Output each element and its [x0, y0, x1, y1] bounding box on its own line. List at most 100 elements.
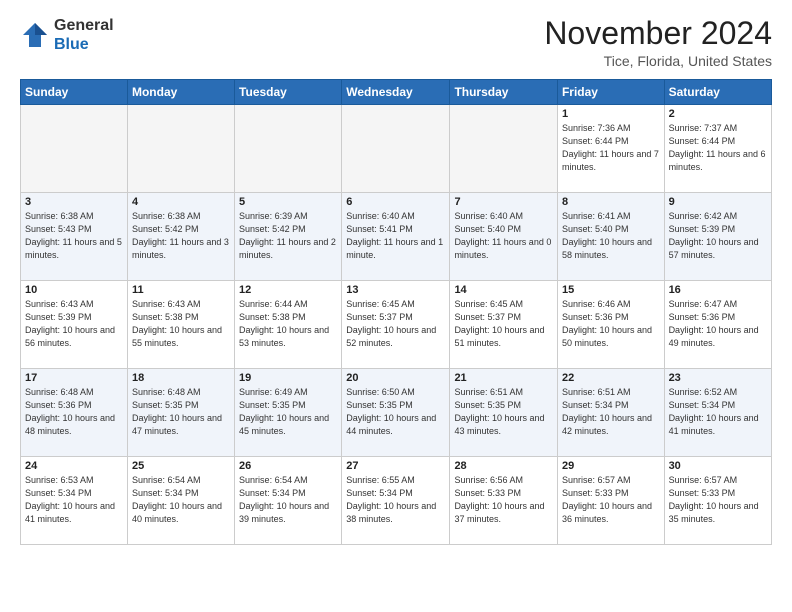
calendar-cell: 1 Sunrise: 7:36 AMSunset: 6:44 PMDaylight… [557, 105, 664, 193]
calendar-cell: 10 Sunrise: 6:43 AMSunset: 5:39 PMDayligh… [21, 281, 128, 369]
calendar-cell: 7 Sunrise: 6:40 AMSunset: 5:40 PMDaylight… [450, 193, 558, 281]
day-info: Sunrise: 6:46 AMSunset: 5:36 PMDaylight:… [562, 298, 660, 350]
weekday-header-row: SundayMondayTuesdayWednesdayThursdayFrid… [21, 80, 772, 105]
calendar-cell: 26 Sunrise: 6:54 AMSunset: 5:34 PMDayligh… [235, 457, 342, 545]
day-number: 1 [562, 108, 660, 120]
day-number: 2 [669, 108, 767, 120]
day-number: 12 [239, 284, 337, 296]
calendar-cell: 2 Sunrise: 7:37 AMSunset: 6:44 PMDaylight… [664, 105, 771, 193]
calendar-cell: 23Sunrise: 6:52 AMSunset: 5:34 PMDayligh… [664, 369, 771, 457]
calendar-cell: 3Sunrise: 6:38 AMSunset: 5:43 PMDaylight… [21, 193, 128, 281]
day-number: 26 [239, 460, 337, 472]
calendar-cell [127, 105, 234, 193]
day-number: 8 [562, 196, 660, 208]
day-info: Sunrise: 6:42 AMSunset: 5:39 PMDaylight:… [669, 210, 767, 262]
calendar-cell: 24Sunrise: 6:53 AMSunset: 5:34 PMDayligh… [21, 457, 128, 545]
day-info: Sunrise: 6:45 AMSunset: 5:37 PMDaylight:… [454, 298, 553, 350]
logo-general-text: General [54, 17, 114, 34]
day-info: Sunrise: 6:56 AMSunset: 5:33 PMDaylight:… [454, 474, 553, 526]
title-block: November 2024 Tice, Florida, United Stat… [544, 16, 772, 69]
day-info: Sunrise: 6:55 AMSunset: 5:34 PMDaylight:… [346, 474, 445, 526]
calendar-cell: 14 Sunrise: 6:45 AMSunset: 5:37 PMDayligh… [450, 281, 558, 369]
calendar-cell: 16 Sunrise: 6:47 AMSunset: 5:36 PMDayligh… [664, 281, 771, 369]
day-number: 29 [562, 460, 660, 472]
day-number: 13 [346, 284, 445, 296]
day-number: 18 [132, 372, 230, 384]
day-number: 7 [454, 196, 553, 208]
day-number: 16 [669, 284, 767, 296]
day-info: Sunrise: 6:57 AMSunset: 5:33 PMDaylight:… [669, 474, 767, 526]
day-number: 4 [132, 196, 230, 208]
day-info: Sunrise: 6:41 AMSunset: 5:40 PMDaylight:… [562, 210, 660, 262]
day-info: Sunrise: 6:52 AMSunset: 5:34 PMDaylight:… [669, 386, 767, 438]
calendar-cell: 15Sunrise: 6:46 AMSunset: 5:36 PMDayligh… [557, 281, 664, 369]
calendar-cell: 20Sunrise: 6:50 AMSunset: 5:35 PMDayligh… [342, 369, 450, 457]
calendar-cell [450, 105, 558, 193]
day-info: Sunrise: 6:51 AMSunset: 5:35 PMDaylight:… [454, 386, 553, 438]
day-number: 28 [454, 460, 553, 472]
day-info: Sunrise: 7:36 AMSunset: 6:44 PMDaylight:… [562, 122, 660, 174]
day-number: 21 [454, 372, 553, 384]
calendar-week-row: 17Sunrise: 6:48 AMSunset: 5:36 PMDayligh… [21, 369, 772, 457]
calendar-cell: 12Sunrise: 6:44 AMSunset: 5:38 PMDayligh… [235, 281, 342, 369]
day-number: 30 [669, 460, 767, 472]
day-info: Sunrise: 6:54 AMSunset: 5:34 PMDaylight:… [132, 474, 230, 526]
calendar-cell: 25 Sunrise: 6:54 AMSunset: 5:34 PMDayligh… [127, 457, 234, 545]
calendar-cell [21, 105, 128, 193]
day-info: Sunrise: 6:48 AMSunset: 5:35 PMDaylight:… [132, 386, 230, 438]
calendar-cell: 11 Sunrise: 6:43 AMSunset: 5:38 PMDayligh… [127, 281, 234, 369]
calendar-cell [342, 105, 450, 193]
calendar-cell: 30 Sunrise: 6:57 AMSunset: 5:33 PMDayligh… [664, 457, 771, 545]
day-info: Sunrise: 6:47 AMSunset: 5:36 PMDaylight:… [669, 298, 767, 350]
day-number: 5 [239, 196, 337, 208]
calendar-cell: 18 Sunrise: 6:48 AMSunset: 5:35 PMDayligh… [127, 369, 234, 457]
weekday-header: Friday [557, 80, 664, 105]
day-info: Sunrise: 6:50 AMSunset: 5:35 PMDaylight:… [346, 386, 445, 438]
logo: General Blue [20, 16, 114, 54]
calendar-cell: 6 Sunrise: 6:40 AMSunset: 5:41 PMDaylight… [342, 193, 450, 281]
day-info: Sunrise: 6:40 AMSunset: 5:41 PMDaylight:… [346, 210, 445, 262]
calendar-cell: 17Sunrise: 6:48 AMSunset: 5:36 PMDayligh… [21, 369, 128, 457]
day-info: Sunrise: 6:43 AMSunset: 5:38 PMDaylight:… [132, 298, 230, 350]
weekday-header: Monday [127, 80, 234, 105]
calendar-week-row: 1 Sunrise: 7:36 AMSunset: 6:44 PMDaylight… [21, 105, 772, 193]
logo-blue-text: Blue [54, 36, 89, 53]
calendar-week-row: 24Sunrise: 6:53 AMSunset: 5:34 PMDayligh… [21, 457, 772, 545]
calendar-cell: 22Sunrise: 6:51 AMSunset: 5:34 PMDayligh… [557, 369, 664, 457]
day-number: 14 [454, 284, 553, 296]
day-number: 19 [239, 372, 337, 384]
calendar-cell: 27 Sunrise: 6:55 AMSunset: 5:34 PMDayligh… [342, 457, 450, 545]
calendar: SundayMondayTuesdayWednesdayThursdayFrid… [20, 79, 772, 545]
calendar-cell: 29Sunrise: 6:57 AMSunset: 5:33 PMDayligh… [557, 457, 664, 545]
day-info: Sunrise: 6:54 AMSunset: 5:34 PMDaylight:… [239, 474, 337, 526]
calendar-cell: 8 Sunrise: 6:41 AMSunset: 5:40 PMDaylight… [557, 193, 664, 281]
day-info: Sunrise: 7:37 AMSunset: 6:44 PMDaylight:… [669, 122, 767, 174]
weekday-header: Tuesday [235, 80, 342, 105]
weekday-header: Thursday [450, 80, 558, 105]
calendar-cell: 19 Sunrise: 6:49 AMSunset: 5:35 PMDayligh… [235, 369, 342, 457]
day-number: 24 [25, 460, 123, 472]
calendar-cell [235, 105, 342, 193]
weekday-header: Sunday [21, 80, 128, 105]
logo-icon [20, 20, 50, 50]
day-number: 27 [346, 460, 445, 472]
day-info: Sunrise: 6:40 AMSunset: 5:40 PMDaylight:… [454, 210, 553, 262]
calendar-cell: 21 Sunrise: 6:51 AMSunset: 5:35 PMDayligh… [450, 369, 558, 457]
weekday-header: Wednesday [342, 80, 450, 105]
calendar-week-row: 3Sunrise: 6:38 AMSunset: 5:43 PMDaylight… [21, 193, 772, 281]
month-title: November 2024 [544, 16, 772, 51]
day-number: 9 [669, 196, 767, 208]
calendar-week-row: 10 Sunrise: 6:43 AMSunset: 5:39 PMDayligh… [21, 281, 772, 369]
day-info: Sunrise: 6:45 AMSunset: 5:37 PMDaylight:… [346, 298, 445, 350]
day-number: 25 [132, 460, 230, 472]
day-number: 11 [132, 284, 230, 296]
day-info: Sunrise: 6:43 AMSunset: 5:39 PMDaylight:… [25, 298, 123, 350]
day-number: 22 [562, 372, 660, 384]
day-info: Sunrise: 6:48 AMSunset: 5:36 PMDaylight:… [25, 386, 123, 438]
header: General Blue November 2024 Tice, Florida… [20, 16, 772, 69]
calendar-cell: 5Sunrise: 6:39 AMSunset: 5:42 PMDaylight… [235, 193, 342, 281]
day-number: 6 [346, 196, 445, 208]
calendar-cell: 9 Sunrise: 6:42 AMSunset: 5:39 PMDaylight… [664, 193, 771, 281]
day-info: Sunrise: 6:49 AMSunset: 5:35 PMDaylight:… [239, 386, 337, 438]
day-number: 10 [25, 284, 123, 296]
